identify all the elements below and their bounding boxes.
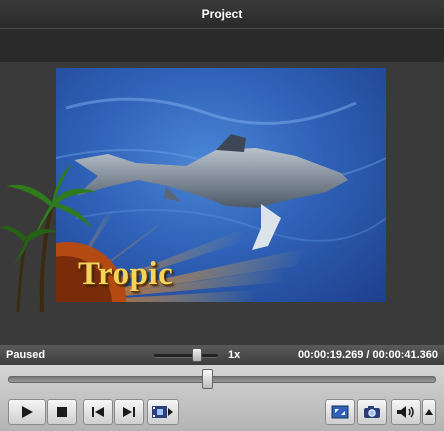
- next-button[interactable]: [114, 399, 144, 425]
- seek-bar-track[interactable]: [8, 376, 436, 383]
- skip-previous-icon: [92, 407, 104, 417]
- window-title: Project: [201, 7, 243, 21]
- status-bar: Paused 1x 00:00:19.269 / 00:00:41.360: [0, 345, 444, 365]
- video-frame: Tropic: [56, 68, 386, 302]
- speed-slider-track[interactable]: [154, 354, 218, 357]
- volume-menu-button[interactable]: [422, 399, 436, 425]
- clip-button[interactable]: [147, 399, 179, 425]
- palm-trees: [0, 164, 96, 312]
- playback-state: Paused: [6, 349, 46, 361]
- playback-controls: [0, 365, 444, 431]
- seek-bar-thumb[interactable]: [202, 369, 213, 389]
- play-icon: [22, 406, 33, 418]
- preview-stage: Tropic: [0, 62, 444, 345]
- skip-next-icon: [123, 407, 135, 417]
- window-title-bar: Project: [0, 0, 444, 29]
- fullscreen-button[interactable]: [325, 399, 355, 425]
- shark-shape: [74, 134, 348, 250]
- timeline-strip: [0, 29, 444, 62]
- film-clip-icon: [152, 406, 173, 418]
- chevron-up-icon: [425, 409, 433, 415]
- time-display: 00:00:19.269 / 00:00:41.360: [297, 349, 438, 361]
- previous-button[interactable]: [83, 399, 113, 425]
- speed-slider-thumb[interactable]: [192, 348, 202, 362]
- snapshot-button[interactable]: [357, 399, 387, 425]
- stop-button[interactable]: [47, 399, 77, 425]
- play-button[interactable]: [8, 399, 46, 425]
- volume-button[interactable]: [391, 399, 421, 425]
- stop-icon: [57, 407, 67, 417]
- speaker-icon: [397, 406, 414, 418]
- fullscreen-icon: [331, 405, 349, 419]
- speed-label: 1x: [228, 349, 241, 361]
- camera-icon: [364, 406, 380, 418]
